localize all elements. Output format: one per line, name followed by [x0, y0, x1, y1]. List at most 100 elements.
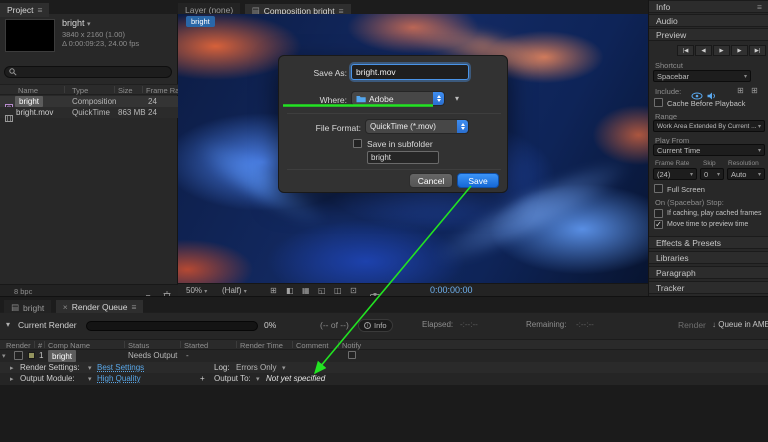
table-row[interactable]: bright.mov QuickTime 863 MB 24 [0, 107, 178, 122]
where-dropdown[interactable]: Adobe [351, 91, 445, 106]
paragraph-label: Paragraph [656, 267, 696, 278]
col-render[interactable]: Render [6, 341, 31, 350]
project-item-name[interactable]: bright.mov [16, 108, 53, 117]
col-size[interactable]: Size [118, 86, 133, 95]
down-arrow-icon: ↓ [712, 320, 716, 329]
play-from-dropdown[interactable]: Current Time ▾ [653, 144, 765, 156]
layer-controls-grid-icon[interactable]: ⊞ [751, 86, 758, 95]
timecode-display[interactable]: 0:00:00:00 [430, 285, 473, 295]
col-comment[interactable]: Comment [296, 341, 329, 350]
col-started[interactable]: Started [184, 341, 208, 350]
twirl-closed-icon[interactable]: ▸ [10, 364, 14, 372]
range-dropdown[interactable]: Work Area Extended By Current ... ▾ [653, 120, 765, 132]
resolution-dropdown[interactable]: (Half) ▾ [222, 286, 247, 295]
col-status[interactable]: Status [128, 341, 149, 350]
render-percent: 0% [264, 320, 277, 330]
tab-project[interactable]: Project ≡ [0, 3, 50, 17]
skip-dropdown[interactable]: 0 ▾ [700, 168, 724, 180]
subfolder-name-input[interactable]: bright [367, 151, 439, 164]
panel-header-tracker[interactable]: Tracker [649, 281, 768, 294]
save-in-subfolder-checkbox[interactable] [353, 139, 362, 148]
render-item-checkbox[interactable] [14, 351, 23, 360]
panel-header-info[interactable]: Info ≡ [649, 0, 768, 13]
notify-checkbox[interactable] [348, 351, 356, 359]
full-screen-checkbox[interactable] [654, 184, 663, 193]
cancel-button[interactable]: Cancel [409, 173, 453, 188]
output-to-label: Output To: [214, 374, 251, 383]
include-overlays-grid-icon[interactable]: ⊞ [737, 86, 744, 95]
panel-header-audio[interactable]: Audio [649, 14, 768, 27]
panel-header-preview[interactable]: Preview [649, 28, 768, 41]
prev-frame-button[interactable]: ◀ [695, 45, 712, 56]
shortcut-label: Shortcut [655, 61, 683, 70]
where-disclosure-icon[interactable]: ▾ [455, 94, 459, 103]
queue-in-ame-button[interactable]: ↓ Queue in AME [712, 320, 768, 329]
render-info-button[interactable]: i Info [358, 319, 393, 332]
shortcut-dropdown[interactable]: Spacebar ▾ [653, 70, 751, 82]
save-as-input[interactable]: bright.mov [351, 64, 469, 80]
if-caching-checkbox[interactable] [654, 209, 663, 218]
frame-rate-dropdown[interactable]: (24) ▾ [653, 168, 697, 180]
last-frame-button[interactable]: ▶| [749, 45, 766, 56]
project-item-name[interactable]: bright [15, 96, 44, 107]
chevron-down-icon[interactable]: ▾ [256, 375, 260, 383]
output-to-value[interactable]: Not yet specified [266, 374, 325, 383]
play-button[interactable]: ▶ [713, 45, 730, 56]
range-value: Work Area Extended By Current ... [657, 122, 757, 130]
pixel-aspect-icon[interactable]: ◫ [334, 286, 342, 295]
region-of-interest-icon[interactable]: ◱ [318, 286, 326, 295]
col-notify[interactable]: Notify [342, 341, 361, 350]
project-search-input[interactable] [4, 66, 172, 78]
col-number[interactable]: # [38, 341, 42, 350]
title-safe-icon[interactable]: ⊞ [270, 286, 277, 295]
item-comp-name[interactable]: bright [48, 350, 77, 362]
move-time-checkbox[interactable]: ✓ [654, 220, 663, 229]
twirl-open-icon[interactable]: ▾ [2, 352, 6, 360]
table-row[interactable]: bright Composition 24 [0, 96, 178, 111]
log-value[interactable]: Errors Only [236, 363, 276, 372]
comp-chip-label: bright [191, 17, 210, 26]
next-frame-icon: ▶ [737, 47, 742, 54]
col-type[interactable]: Type [72, 86, 88, 95]
current-render-label: Current Render [18, 320, 77, 330]
comp-detail-resolution: 3840 x 2160 (1.00) [62, 30, 125, 39]
channels-icon[interactable]: ▦ [302, 286, 310, 295]
add-output-module-button[interactable]: + [200, 374, 205, 383]
save-button[interactable]: Save [457, 173, 499, 188]
panel-menu-icon[interactable]: ≡ [757, 2, 762, 12]
render-button[interactable]: Render [678, 320, 706, 330]
panel-header-paragraph[interactable]: Paragraph [649, 266, 768, 279]
panel-header-effects-presets[interactable]: Effects & Presets [649, 236, 768, 249]
col-name[interactable]: Name [18, 86, 38, 95]
mask-visibility-icon[interactable]: ◧ [286, 286, 294, 295]
file-format-dropdown[interactable]: QuickTime (*.mov) [365, 119, 469, 134]
close-icon[interactable]: × [63, 302, 68, 312]
label-color-chip[interactable] [28, 352, 35, 359]
twirl-open-icon[interactable]: ▾ [6, 320, 10, 329]
chevron-down-icon[interactable]: ▾ [282, 364, 286, 372]
chevron-down-icon: ▾ [757, 171, 761, 178]
col-comp-name[interactable]: Comp Name [48, 341, 90, 350]
col-render-time[interactable]: Render Time [240, 341, 283, 350]
chevron-down-icon[interactable]: ▾ [88, 364, 92, 372]
project-comp-name[interactable]: bright ▾ [62, 18, 91, 28]
project-panel: Project ≡ bright ▾ 3840 x 2160 (1.00) Δ … [0, 0, 186, 301]
save-label: Save [468, 175, 488, 186]
zoom-dropdown[interactable]: 50% ▾ [186, 286, 207, 295]
panel-menu-icon[interactable]: ≡ [131, 302, 136, 312]
comp-name-chip[interactable]: bright [186, 16, 215, 27]
transparency-grid-icon[interactable]: ⊡ [350, 286, 357, 295]
chevron-down-icon[interactable]: ▾ [88, 375, 92, 383]
where-label: Where: [319, 95, 347, 105]
bit-depth-button[interactable]: 8 bpc [14, 287, 32, 296]
panel-menu-icon[interactable]: ≡ [37, 5, 42, 15]
output-module-value[interactable]: High Quality [97, 374, 141, 383]
cache-before-playback-checkbox[interactable] [654, 98, 663, 107]
panel-header-libraries[interactable]: Libraries [649, 251, 768, 264]
render-settings-value[interactable]: Best Settings [97, 363, 144, 372]
twirl-closed-icon[interactable]: ▸ [10, 375, 14, 383]
resolution-preview-dropdown[interactable]: Auto ▾ [727, 168, 765, 180]
queue-item-row[interactable]: ▾ 1 bright Needs Output - [0, 350, 768, 362]
next-frame-button[interactable]: ▶ [731, 45, 748, 56]
first-frame-button[interactable]: |◀ [677, 45, 694, 56]
